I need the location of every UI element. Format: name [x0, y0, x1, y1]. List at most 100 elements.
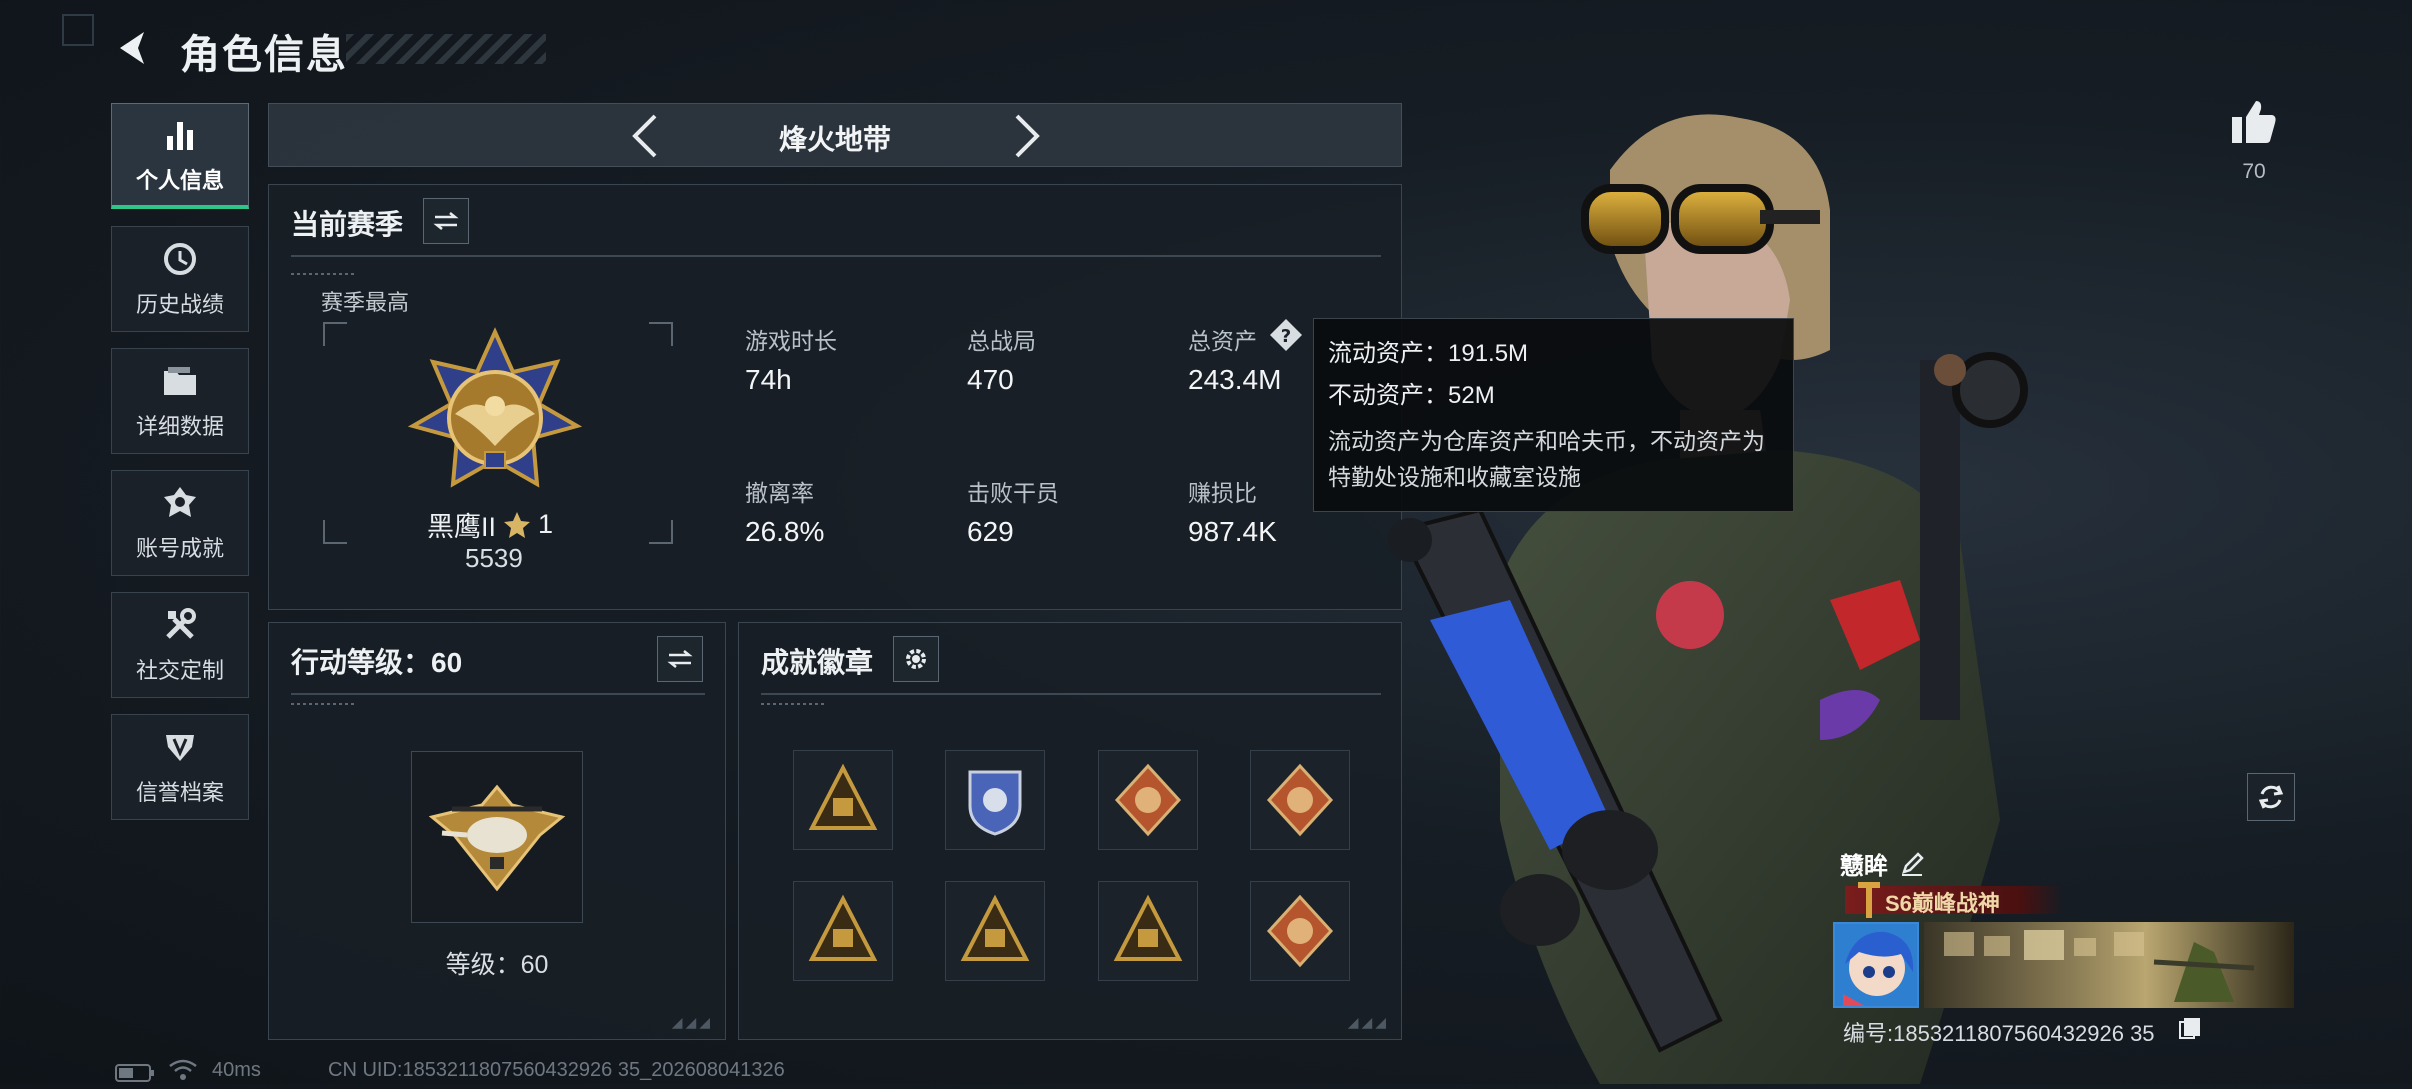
dash-decoration [291, 703, 355, 705]
history-clock-icon [160, 239, 200, 279]
copy-id-button[interactable] [2178, 1016, 2202, 1045]
nav-label: 账号成就 [135, 536, 224, 561]
achievement-badge-7[interactable] [1098, 881, 1198, 981]
copy-icon [2179, 1018, 2200, 1039]
section-divider [761, 693, 1381, 695]
shield-badge-icon [968, 770, 1022, 836]
season-best-label: 赛季最高 [321, 290, 410, 315]
action-level-title: 行动等级：60 [291, 647, 463, 678]
bar-chart-icon [160, 115, 200, 155]
castle-badge-icon [1113, 894, 1183, 961]
mode-next-button[interactable] [1003, 112, 1051, 160]
dash-decoration [761, 703, 825, 705]
nav-label: 详细数据 [135, 414, 224, 439]
player-name: 戆眸 [1840, 853, 1888, 880]
achievement-badge-4[interactable] [1250, 750, 1350, 850]
section-divider [291, 693, 705, 695]
profile-banner [1924, 922, 2294, 1008]
helmet-badge-icon [808, 894, 878, 961]
dash-decoration [291, 273, 355, 275]
avatar[interactable] [1833, 922, 1919, 1008]
achievement-badge-5[interactable] [793, 881, 893, 981]
asset-help-button[interactable]: ? [1269, 318, 1303, 352]
action-level-panel: 行动等级：60 等级：60 ◢◢◢ [268, 622, 726, 1040]
corner-dots: ◢◢◢ [671, 1014, 713, 1030]
nav-item-achievements[interactable]: 账号成就 [111, 470, 249, 576]
achievement-badge-3[interactable] [1098, 750, 1198, 850]
svg-text:?: ? [1281, 326, 1291, 347]
level-emblem-frame [411, 751, 583, 923]
rank-name: 黑鹰II [427, 512, 497, 542]
helicopter-emblem-icon [428, 784, 566, 892]
nav-item-personal-info[interactable]: 个人信息 [111, 103, 249, 209]
nav-item-history[interactable]: 历史战绩 [111, 226, 249, 332]
stat-value: 243.4M [1188, 364, 1282, 395]
tooltip-liquid-assets: 流动资产：191.5M [1328, 340, 1529, 367]
stat-label: 总战局 [967, 328, 1036, 354]
ping-text: 40ms [212, 1059, 261, 1081]
like-count: 70 [2242, 160, 2266, 183]
achievement-icon [160, 483, 200, 523]
refresh-icon [2258, 785, 2284, 809]
skull-badge-icon [960, 894, 1030, 961]
badges-title: 成就徽章 [761, 647, 874, 678]
tools-icon [160, 605, 200, 645]
nav-label: 信誉档案 [135, 780, 224, 805]
credit-shield-icon [160, 727, 200, 767]
title-tag: S6巅峰战神 [1885, 891, 2000, 916]
dragon-badge-2-icon [1266, 763, 1334, 837]
mode-name: 烽火地带 [778, 124, 891, 155]
asset-tooltip: 流动资产：191.5M 不动资产：52M 流动资产为仓库资产和哈夫币，不动资产为… [1313, 318, 1794, 512]
nav-label: 个人信息 [135, 167, 224, 193]
level-text: 等级：60 [445, 951, 549, 979]
corner-decoration [62, 14, 94, 46]
section-divider [291, 255, 1381, 257]
edit-pencil-icon[interactable] [1900, 851, 1924, 876]
stat-value: 470 [967, 364, 1014, 395]
title-tag-icon [1856, 880, 1882, 925]
achievement-badge-2[interactable] [945, 750, 1045, 850]
rank-info: 黑鹰II 1 [427, 505, 553, 544]
rotate-model-button[interactable] [2247, 773, 2295, 821]
stat-value: 74h [745, 364, 792, 395]
like-button[interactable] [2228, 96, 2280, 148]
wolf-badge-icon [1266, 894, 1334, 968]
badges-settings-button[interactable] [893, 636, 939, 682]
uid-text: CN UID:1853211807560432926 35_2026080413… [328, 1059, 785, 1081]
swap-icon [433, 212, 459, 230]
profile-name-row: 戆眸 [1840, 846, 1924, 881]
rank-score: 5539 [465, 543, 523, 573]
title-decoration [346, 34, 546, 64]
gear-icon [906, 649, 926, 669]
nav-item-detail-data[interactable]: 详细数据 [111, 348, 249, 454]
tooltip-description: 流动资产为仓库资产和哈夫币，不动资产为特勤处设施和收藏室设施 [1328, 428, 1765, 490]
back-button[interactable] [112, 26, 156, 70]
back-arrow-icon [120, 32, 144, 64]
achievement-badge-8[interactable] [1250, 881, 1350, 981]
wifi-icon [168, 1058, 198, 1087]
star-icon [504, 511, 531, 538]
dragon-badge-1-icon [1114, 763, 1182, 837]
action-level-switch-button[interactable] [657, 636, 703, 682]
nav-item-credit[interactable]: 信誉档案 [111, 714, 249, 820]
chevron-right-icon [1015, 114, 1040, 158]
nav-label: 社交定制 [135, 658, 224, 683]
swap-icon [667, 650, 693, 668]
stat-value: 987.4K [1188, 516, 1277, 547]
season-switch-button[interactable] [423, 198, 469, 244]
achievement-badge-6[interactable] [945, 881, 1045, 981]
nav-item-social[interactable]: 社交定制 [111, 592, 249, 698]
folder-icon [160, 361, 200, 401]
stat-value: 629 [967, 516, 1014, 547]
player-id: 编号:1853211807560432926 35 [1843, 1021, 2155, 1046]
stat-label: 赚损比 [1188, 480, 1257, 506]
season-title: 当前赛季 [291, 209, 404, 240]
stat-label: 游戏时长 [745, 328, 837, 354]
stat-value: 26.8% [745, 516, 825, 547]
achievement-badge-1[interactable] [793, 750, 893, 850]
stat-label: 总资产 [1188, 328, 1257, 354]
page-title: 角色信息 [180, 33, 348, 77]
mode-selector: 烽火地带 [268, 103, 1402, 167]
rank-emblem-icon [405, 326, 585, 511]
question-icon: ? [1270, 319, 1302, 351]
